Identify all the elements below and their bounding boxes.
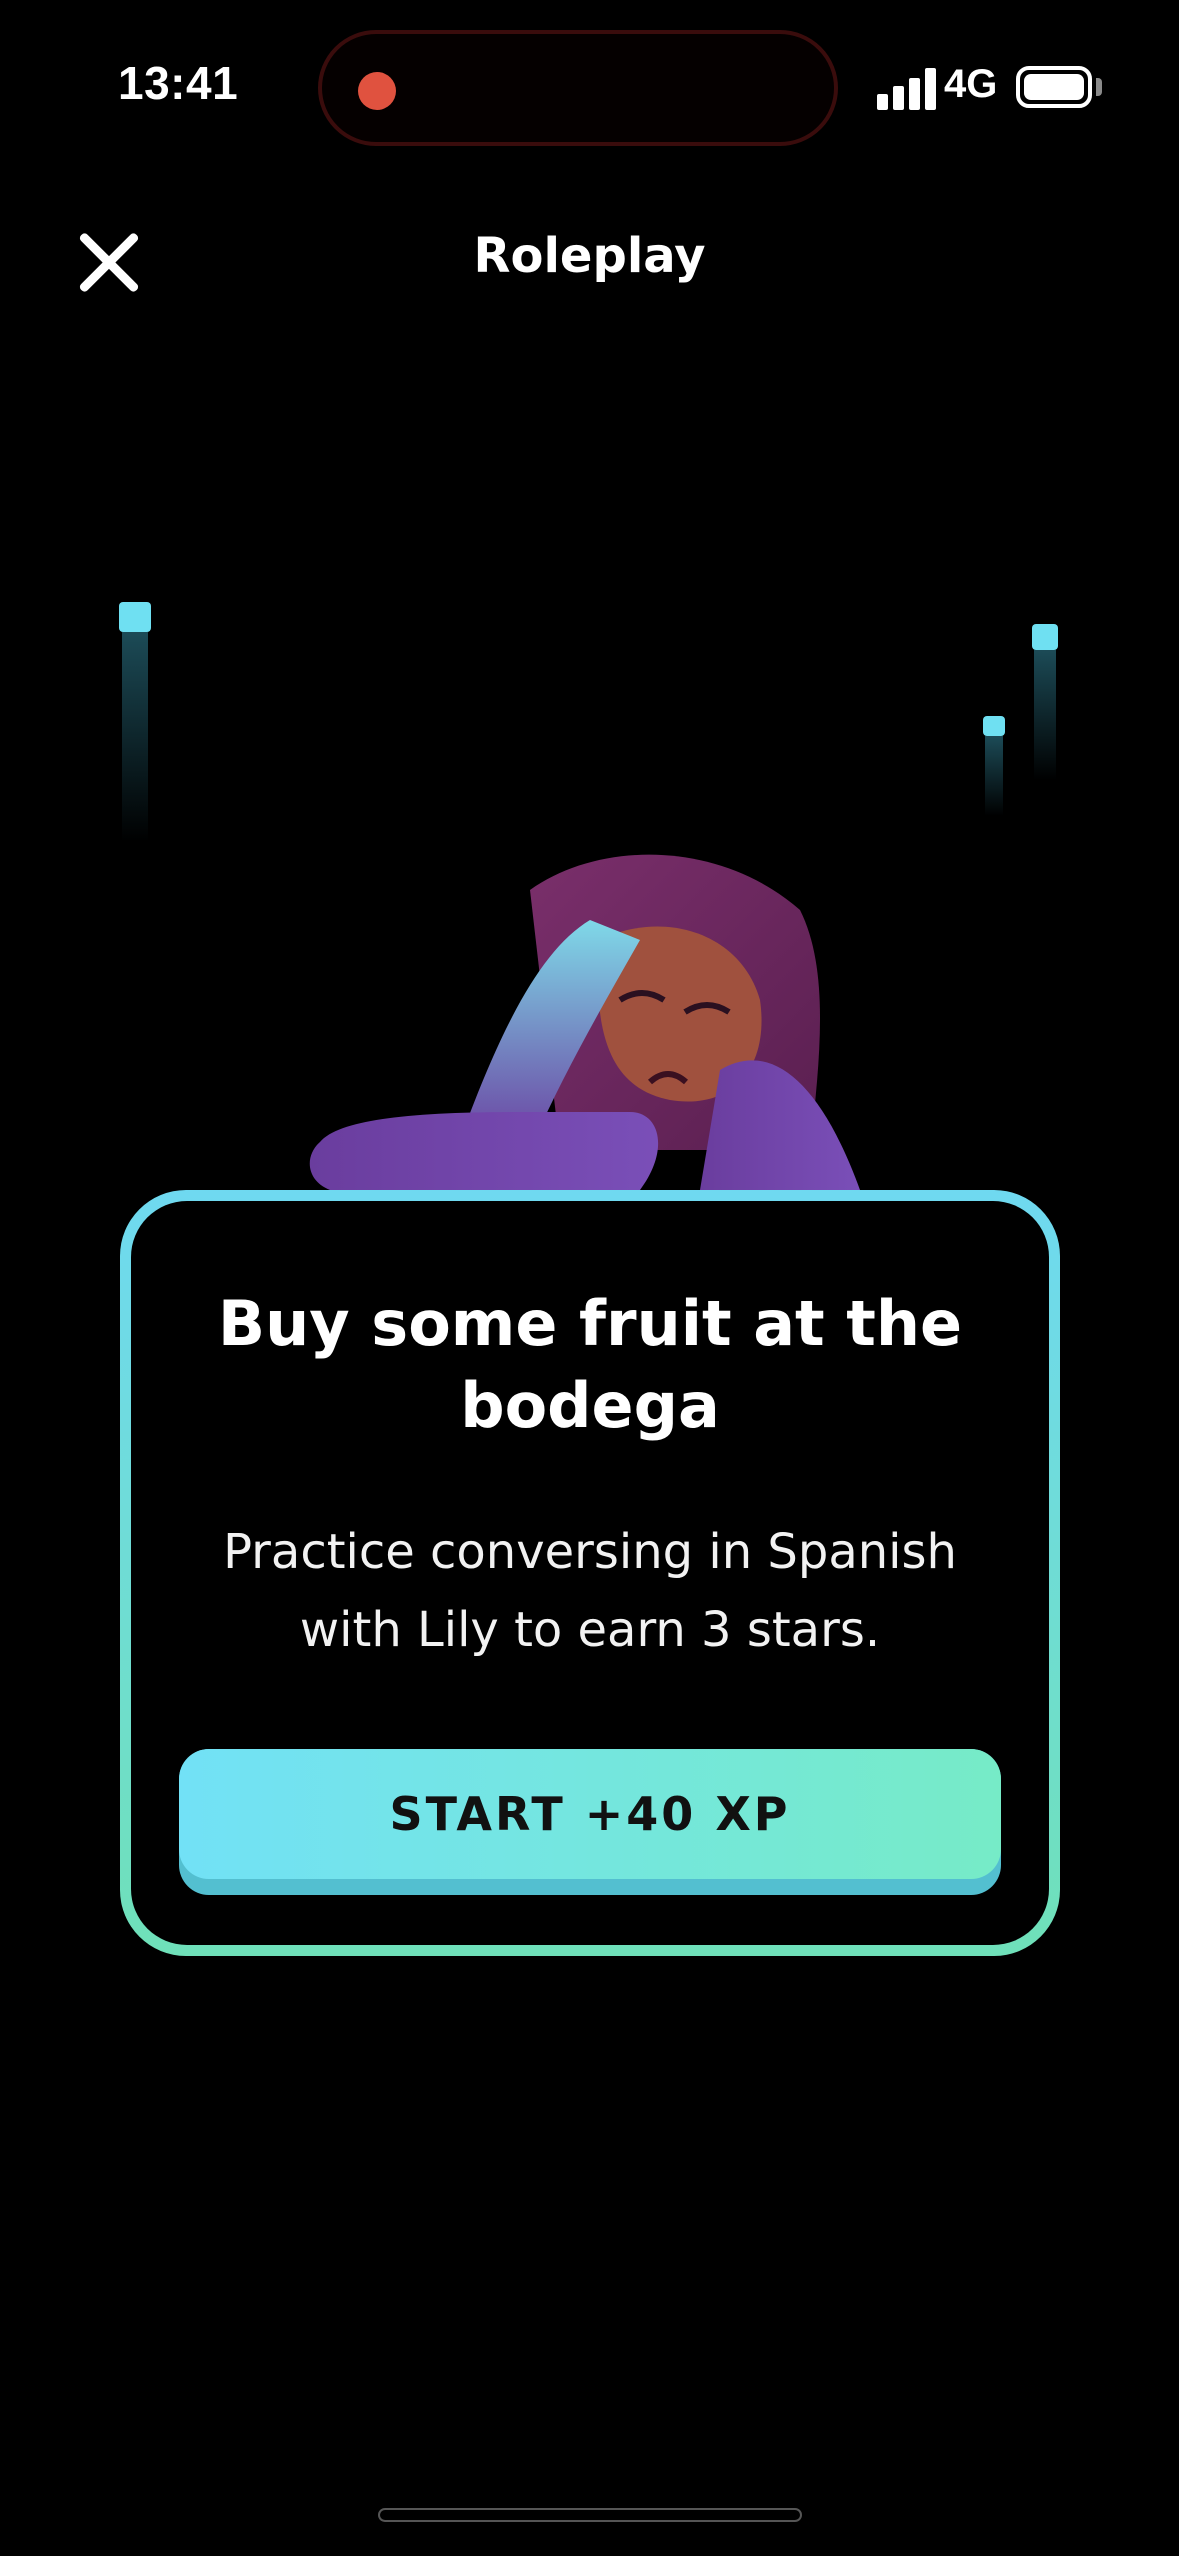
- card-title: Buy some fruit at the bodega: [217, 1287, 963, 1442]
- battery-icon: [1016, 66, 1092, 108]
- sound-bar-left: [122, 632, 148, 842]
- status-time: 13:41: [118, 57, 239, 109]
- start-button[interactable]: START +40 XP: [179, 1749, 1001, 1895]
- battery-cap: [1096, 78, 1102, 96]
- recording-indicator-icon: [358, 72, 396, 110]
- lily-character-illustration: [309, 854, 860, 1190]
- roleplay-card: Buy some fruit at the bodega Practice co…: [120, 1190, 1060, 1956]
- sound-bar-right: [1034, 650, 1056, 780]
- network-label: 4G: [944, 62, 998, 106]
- page-title: Roleplay: [473, 228, 706, 284]
- signal-icon: [877, 68, 937, 110]
- sound-bar-right-cap: [1032, 624, 1058, 650]
- dynamic-island: [318, 30, 838, 146]
- sound-bar-mid: [985, 736, 1003, 816]
- sound-bar-mid-cap: [983, 716, 1005, 736]
- home-indicator[interactable]: [378, 2508, 802, 2522]
- start-button-label: START +40 XP: [389, 1787, 791, 1841]
- card-description: Practice conversing in Spanish with Lily…: [223, 1524, 957, 1658]
- sound-bar-left-cap: [119, 602, 151, 632]
